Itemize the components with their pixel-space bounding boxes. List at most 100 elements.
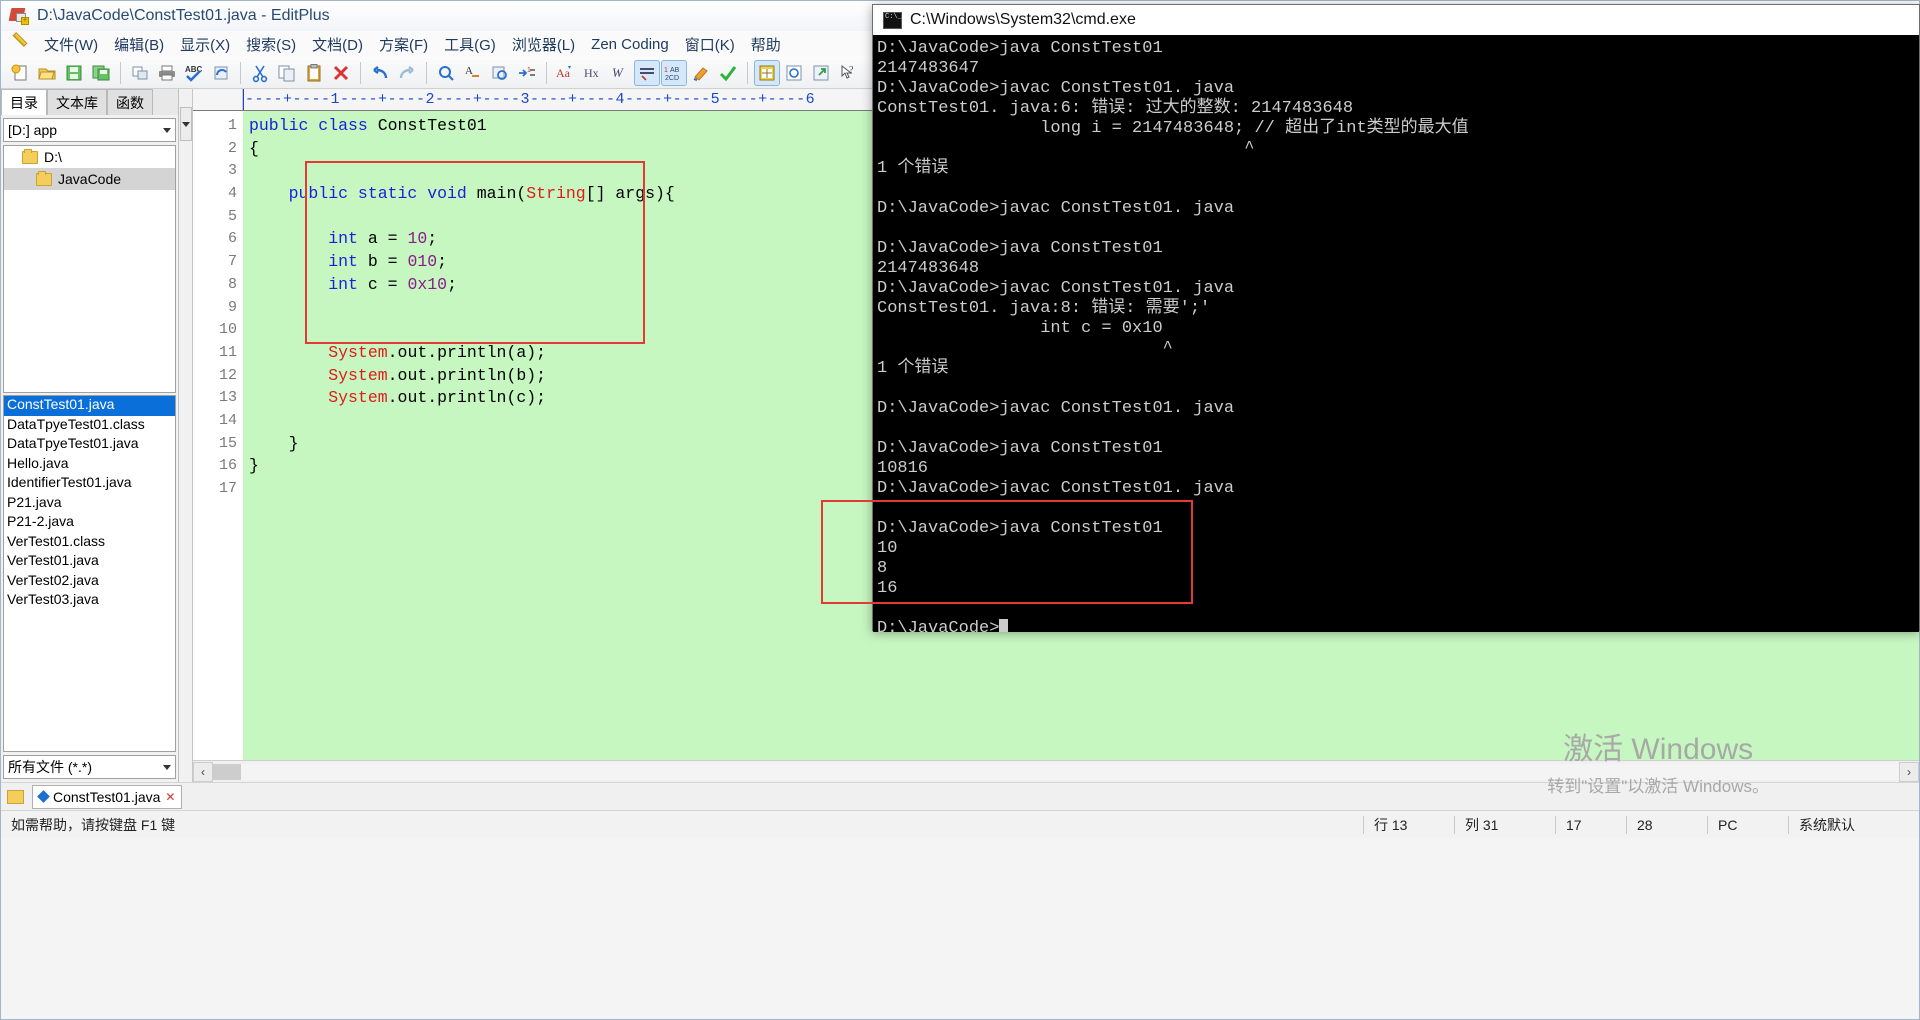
reload-icon[interactable]	[208, 60, 234, 86]
scroll-thumb[interactable]	[213, 763, 241, 780]
goto-line-icon[interactable]: 1	[514, 60, 540, 86]
menu-browser[interactable]: 浏览器(L)	[505, 31, 582, 58]
paste-icon[interactable]	[301, 60, 327, 86]
menu-document[interactable]: 文档(D)	[305, 31, 370, 58]
tab-functions[interactable]: 函数	[107, 89, 153, 115]
list-item[interactable]: DataTpyeTest01.class	[4, 416, 175, 436]
tab-directory[interactable]: 目录	[1, 89, 47, 115]
hex-view-icon[interactable]: Hx	[580, 60, 606, 86]
folder-icon[interactable]	[7, 789, 24, 804]
status-encoding: 系统默认	[1799, 816, 1855, 833]
toggle-case-icon[interactable]: Aa	[553, 60, 579, 86]
new-file-icon[interactable]	[7, 60, 33, 86]
code-token: b =	[357, 252, 408, 272]
menu-tools[interactable]: 工具(G)	[437, 31, 503, 58]
line-number: 17	[218, 480, 237, 497]
menu-zen-coding[interactable]: Zen Coding	[584, 33, 676, 56]
svg-text:Hx: Hx	[584, 66, 599, 80]
line-numbers-icon[interactable]: 1 AB 2CD	[661, 59, 687, 86]
find-icon[interactable]	[433, 60, 459, 86]
save-icon[interactable]	[61, 60, 87, 86]
whats-this-icon[interactable]: ?	[835, 60, 861, 86]
collapse-panel-button[interactable]	[179, 107, 192, 141]
cmd-line: D:\JavaCode>javac ConstTest01. java	[877, 199, 1235, 218]
screen: + D:\JavaCode\ConstTest01.java - EditPlu…	[0, 0, 1920, 1020]
code-token: ;	[437, 252, 448, 272]
page-setup-icon[interactable]	[127, 60, 153, 86]
save-all-icon[interactable]	[88, 60, 114, 86]
close-icon[interactable]: ✕	[165, 790, 175, 804]
list-item[interactable]: VerTest02.java	[4, 572, 175, 592]
line-number: 5	[227, 207, 237, 225]
cmd-caret	[999, 619, 1009, 632]
menu-edit[interactable]: 编辑(B)	[107, 31, 171, 58]
drive-select[interactable]: [D:] app	[3, 118, 176, 142]
scroll-track[interactable]	[213, 763, 1899, 780]
list-item[interactable]: DataTpyeTest01.java	[4, 435, 175, 455]
svg-text:A: A	[465, 65, 473, 77]
folder-tree: D:\ JavaCode	[3, 145, 176, 393]
menu-search[interactable]: 搜索(S)	[239, 31, 303, 58]
replace-icon[interactable]: A	[460, 60, 486, 86]
scroll-right-icon[interactable]: ›	[1899, 761, 1919, 782]
file-filter-select[interactable]: 所有文件 (*.*)	[3, 755, 176, 779]
find-in-files-icon[interactable]	[487, 60, 513, 86]
cmd-line	[877, 499, 1919, 519]
line-number: 6	[227, 230, 237, 248]
word-wrap-icon[interactable]: W	[607, 60, 633, 86]
toolbar-separator	[120, 61, 121, 84]
browser-preview-icon[interactable]	[781, 60, 807, 86]
tree-item-javacode[interactable]: JavaCode	[4, 168, 175, 190]
spellcheck-icon[interactable]: ABC	[181, 60, 207, 86]
cmd-output[interactable]: D:\JavaCode>java ConstTest01 2147483647 D:…	[873, 35, 1919, 632]
cmd-line: D:\JavaCode>javac ConstTest01. java	[877, 279, 1235, 298]
document-tab[interactable]: ConstTest01.java ✕	[32, 784, 183, 809]
menu-project[interactable]: 方案(F)	[372, 31, 435, 58]
list-item[interactable]: ConstTest01.java	[4, 396, 175, 416]
redo-icon[interactable]	[394, 60, 420, 86]
delete-icon[interactable]	[328, 60, 354, 86]
tab-text-library[interactable]: 文本库	[47, 89, 107, 115]
scroll-left-icon[interactable]: ‹	[193, 761, 213, 782]
status-bar: 如需帮助，请按键盘 F1 键 行 13 列 31 17 28 PC 系统默认	[1, 810, 1919, 838]
open-file-icon[interactable]	[34, 60, 60, 86]
status-col: 列 31	[1465, 816, 1499, 833]
editor-horizontal-scrollbar[interactable]: ‹ ›	[193, 760, 1919, 782]
menu-view[interactable]: 显示(X)	[173, 31, 237, 58]
file-list[interactable]: ConstTest01.java DataTpyeTest01.class Da…	[3, 395, 176, 752]
menu-help[interactable]: 帮助	[744, 31, 788, 58]
highlight-icon[interactable]	[688, 60, 714, 86]
print-icon[interactable]	[154, 60, 180, 86]
list-item[interactable]: VerTest03.java	[4, 591, 175, 611]
cmd-line: 2147483647	[877, 59, 980, 78]
spell-ok-icon[interactable]	[715, 60, 741, 86]
show-whitespace-icon[interactable]	[634, 59, 660, 86]
cmd-line: D:\JavaCode>java ConstTest01	[877, 39, 1163, 58]
list-item[interactable]: VerTest01.java	[4, 552, 175, 572]
list-item[interactable]: IdentifierTest01.java	[4, 474, 175, 494]
menu-file[interactable]: 文件(W)	[37, 31, 105, 58]
list-item[interactable]: Hello.java	[4, 455, 175, 475]
html-preview-icon[interactable]	[754, 59, 780, 86]
line-number-gutter: 1 2− 3 4− 5 6 7 8 9 10 11 12 13	[193, 111, 256, 760]
cmd-window[interactable]: C:\Windows\System32\cmd.exe D:\JavaCode>…	[821, 4, 1920, 632]
line-number: 10	[218, 321, 237, 339]
copy-icon[interactable]	[274, 60, 300, 86]
list-item[interactable]: P21-2.java	[4, 513, 175, 533]
tree-item-root[interactable]: D:\	[4, 146, 175, 168]
undo-icon[interactable]	[367, 60, 393, 86]
code-token: ConstTest01	[377, 116, 487, 135]
folder-icon	[22, 148, 38, 164]
panel-tabs: 目录 文本库 函数	[1, 89, 178, 115]
code-token: public class	[249, 116, 378, 135]
list-item[interactable]: VerTest01.class	[4, 533, 175, 553]
external-browser-icon[interactable]	[808, 60, 834, 86]
chevron-down-icon	[181, 121, 190, 127]
cmd-line: ConstTest01. java:6: 错误: 过大的整数: 21474836…	[877, 99, 1354, 118]
list-item[interactable]: P21.java	[4, 494, 175, 514]
menu-window[interactable]: 窗口(K)	[678, 31, 742, 58]
cut-icon[interactable]	[247, 60, 273, 86]
